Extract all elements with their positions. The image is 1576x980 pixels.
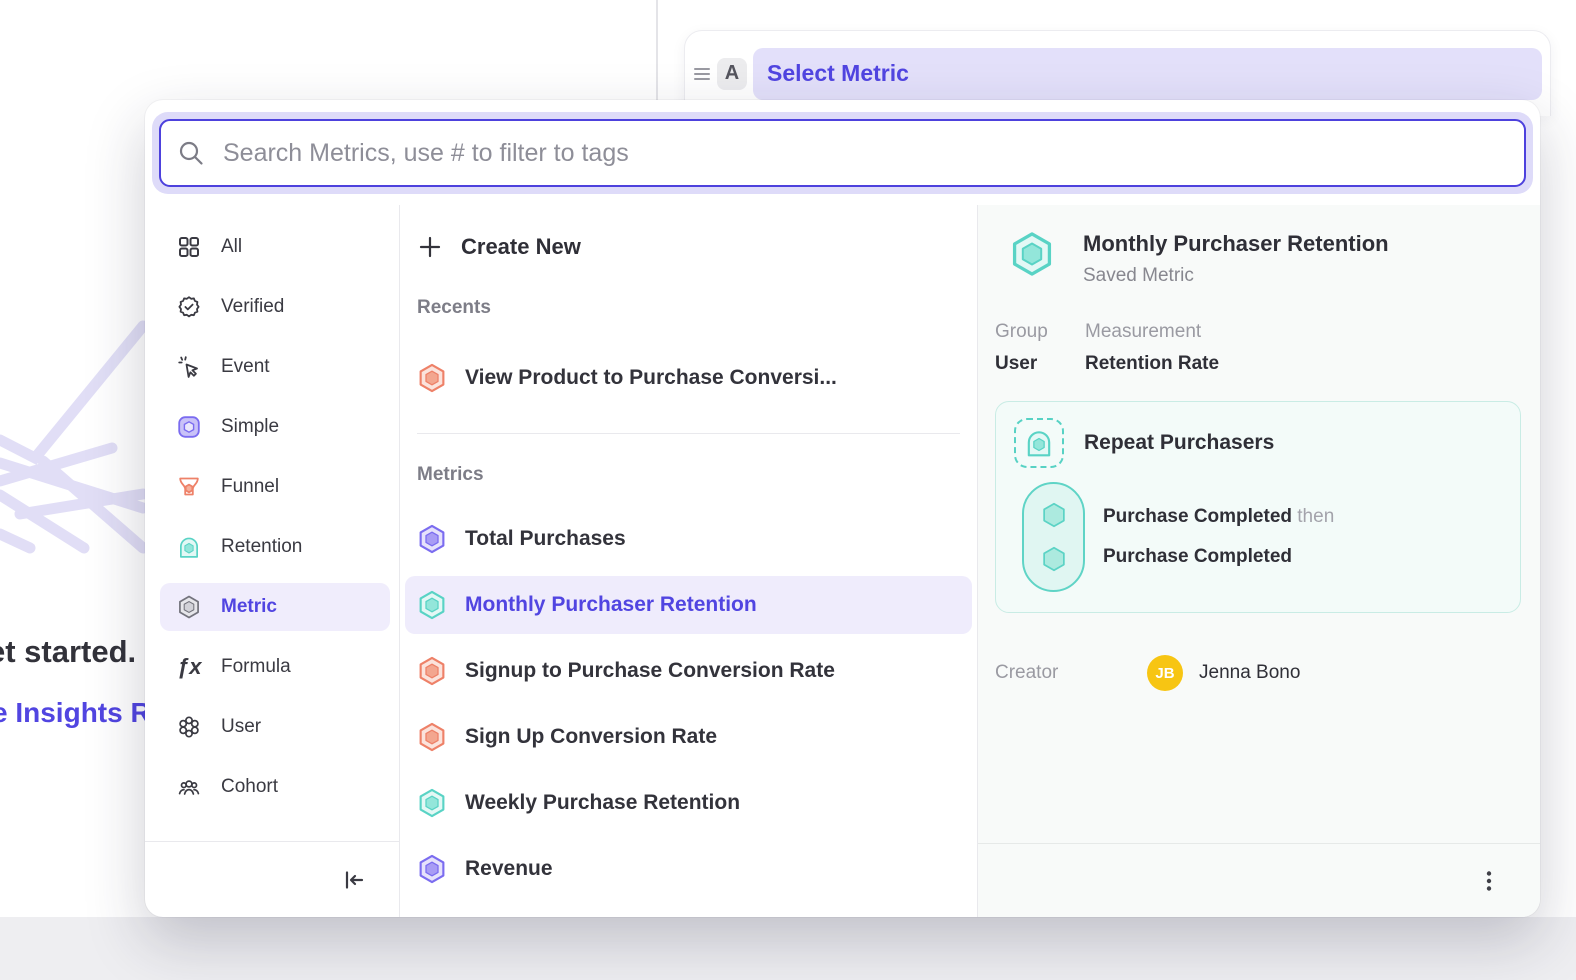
metric-picker-modal: All Verified Event Simple [145,100,1540,917]
detail-footer [978,843,1540,917]
page-bottom-area [0,917,1576,980]
filter-sidebar: All Verified Event Simple [145,205,400,917]
retention-definition-icon [1014,418,1064,468]
sidebar-item-verified[interactable]: Verified [160,283,390,331]
simple-metric-icon [177,415,201,439]
metric-hexagon-icon [417,788,447,818]
measurement-label: Measurement [1085,321,1219,343]
results-list: Create New Recents View Product to Purch… [400,205,978,917]
plus-icon [417,234,443,260]
row-letter-badge[interactable]: A [717,58,747,90]
sidebar-item-retention[interactable]: Retention [160,523,390,571]
metric-hexagon-icon [417,590,447,620]
user-cluster-icon [177,715,201,739]
decorative-chart-lines [0,300,160,570]
group-value: User [995,353,1085,375]
metric-item-label: Monthly Purchaser Retention [465,593,757,617]
metric-item-label: Revenue [465,857,553,881]
create-new-button[interactable]: Create New [417,221,960,273]
metric-item[interactable]: Signup to Purchase Conversion Rate [405,642,972,700]
sidebar-item-label: Metric [221,596,277,618]
metric-item-label: Total Purchases [465,527,626,551]
sidebar-item-label: All [221,236,242,258]
definition-name: Repeat Purchasers [1084,431,1274,455]
sidebar-item-label: Event [221,356,270,378]
sidebar-item-label: Formula [221,656,291,678]
sidebar-item-cohort[interactable]: Cohort [160,763,390,811]
metric-hexagon-icon [417,854,447,884]
sidebar-item-metric[interactable]: Metric [160,583,390,631]
sidebar-item-label: Verified [221,296,284,318]
sidebar-footer [145,841,399,917]
metric-hexagon-icon [417,656,447,686]
recent-item[interactable]: View Product to Purchase Conversi... [405,349,972,407]
search-focus-ring [152,112,1533,194]
metric-detail-panel: Monthly Purchaser Retention Saved Metric… [978,205,1540,917]
grid-icon [177,235,201,259]
recents-section-label: Recents [417,297,960,319]
sidebar-item-user[interactable]: User [160,703,390,751]
verified-badge-icon [177,295,201,319]
metric-item[interactable]: Total Purchases [405,510,972,568]
group-label: Group [995,321,1085,343]
event-hexagon-icon [1039,500,1069,530]
detail-title: Monthly Purchaser Retention [1083,231,1389,257]
sidebar-item-all[interactable]: All [160,223,390,271]
group-field: Group User [995,321,1085,375]
metric-item[interactable]: Revenue [405,840,972,898]
retention-arch-icon [177,535,201,559]
sidebar-item-label: Cohort [221,776,278,798]
sidebar-item-label: Simple [221,416,279,438]
sidebar-item-formula[interactable]: ƒx Formula [160,643,390,691]
metric-item-label: Signup to Purchase Conversion Rate [465,659,835,683]
formula-icon: ƒx [177,655,201,679]
event-hexagon-icon [1039,544,1069,574]
metric-hexagon-icon [417,722,447,752]
metric-item[interactable]: Weekly Purchase Retention [405,774,972,832]
metric-definition-card: Repeat Purchasers Purchase Completed the… [995,401,1521,613]
measurement-value: Retention Rate [1085,353,1219,375]
funnel-icon [177,475,201,499]
definition-step: Purchase Completed then [1103,506,1334,528]
results-divider [417,433,960,434]
metric-hexagon-icon [417,524,447,554]
metric-item-selected[interactable]: Monthly Purchaser Retention [405,576,972,634]
sidebar-item-funnel[interactable]: Funnel [160,463,390,511]
sidebar-item-label: User [221,716,261,738]
recent-item-label: View Product to Purchase Conversi... [465,366,837,390]
select-metric-field[interactable]: Select Metric [753,48,1542,100]
measurement-field: Measurement Retention Rate [1085,321,1219,375]
sidebar-item-simple[interactable]: Simple [160,403,390,451]
detail-subtitle: Saved Metric [1083,265,1389,287]
metric-hexagon-icon [417,363,447,393]
cursor-click-icon [177,355,201,379]
sidebar-item-label: Retention [221,536,302,558]
metric-item-label: Sign Up Conversion Rate [465,725,717,749]
event-sequence-capsule [1022,482,1085,592]
metric-item[interactable]: Sign Up Conversion Rate [405,708,972,766]
sidebar-item-label: Funnel [221,476,279,498]
metric-item-label: Weekly Purchase Retention [465,791,740,815]
creator-avatar: JB [1147,655,1183,691]
creator-label: Creator [995,662,1147,684]
definition-step: Purchase Completed [1103,546,1334,568]
creator-name: Jenna Bono [1199,662,1300,684]
background-headline-fragment: et started. [0,634,136,670]
creator-row: Creator JB Jenna Bono [995,655,1521,691]
background-insights-report-link[interactable]: e Insights Re [0,697,166,729]
collapse-sidebar-icon[interactable] [341,867,367,893]
cohort-people-icon [177,775,201,799]
metric-hexagon-icon [177,595,201,619]
create-new-label: Create New [461,234,581,260]
metric-hexagon-icon [1009,231,1055,277]
metrics-section-label: Metrics [417,464,960,486]
search-input[interactable] [159,119,1526,187]
select-metric-label: Select Metric [767,60,909,87]
sidebar-item-event[interactable]: Event [160,343,390,391]
search-icon [177,139,205,167]
search-section [145,100,1540,205]
more-options-icon[interactable] [1475,865,1503,897]
drag-handle-icon[interactable] [693,66,711,82]
